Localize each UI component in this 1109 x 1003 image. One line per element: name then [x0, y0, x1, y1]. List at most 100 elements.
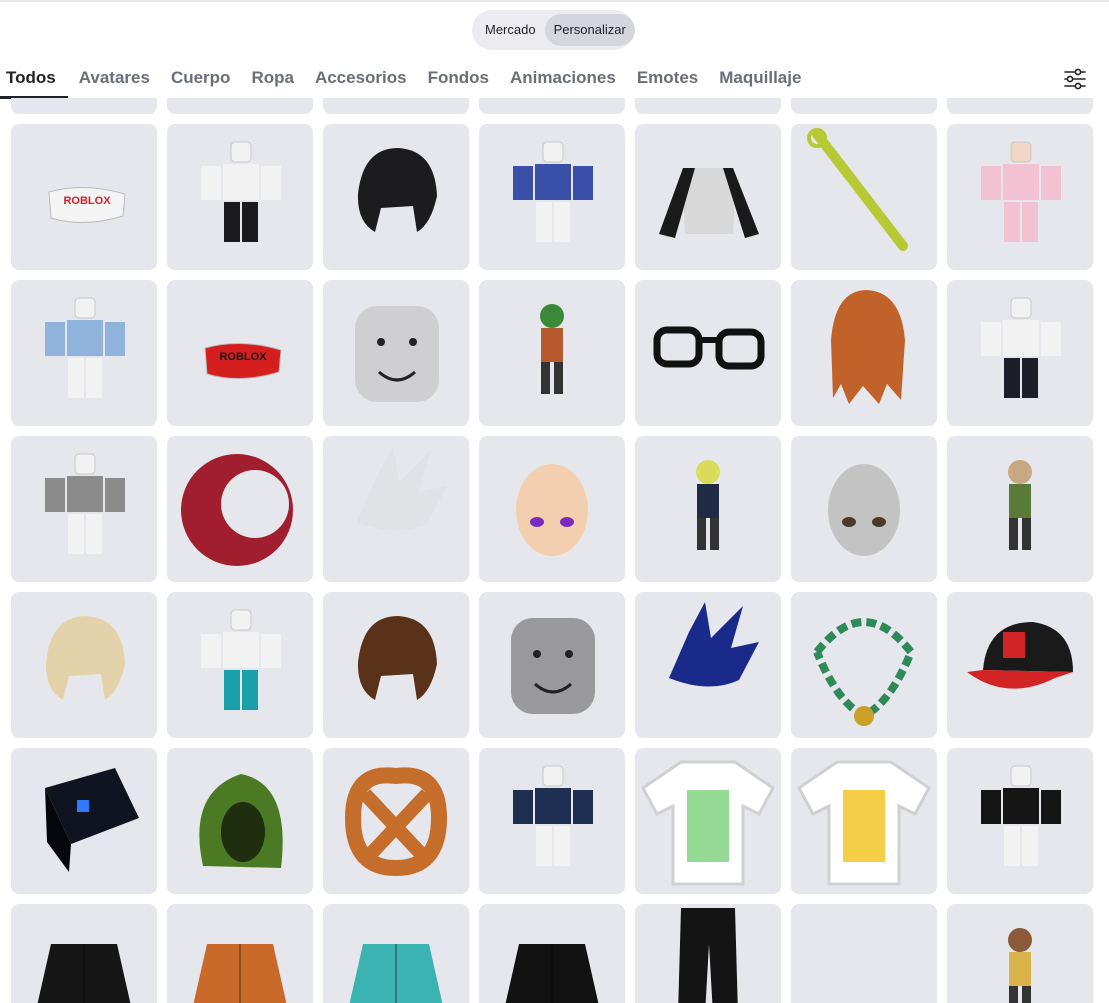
item-tile[interactable]	[791, 98, 937, 114]
item-tile[interactable]	[479, 748, 625, 894]
item-thumbnail	[479, 98, 625, 114]
tab-ropa[interactable]: Ropa	[251, 56, 294, 98]
filter-button[interactable]	[1061, 66, 1089, 92]
tab-animaciones[interactable]: Animaciones	[510, 56, 616, 98]
item-tile[interactable]	[479, 904, 625, 1003]
navy-cap-thumbnail	[11, 98, 157, 114]
plaid-shirt-avatar-thumbnail	[513, 141, 593, 242]
black-track-jacket-thumbnail	[505, 944, 599, 1003]
item-tile[interactable]	[791, 904, 937, 1003]
personalizar-tab[interactable]: Personalizar	[544, 14, 635, 46]
tab-fondos[interactable]: Fondos	[428, 56, 489, 98]
item-tile[interactable]	[323, 904, 469, 1003]
svg-text:ROBLOX: ROBLOX	[219, 351, 267, 363]
item-tile[interactable]	[167, 98, 313, 114]
blonde-avatar-thumbnail	[1008, 928, 1032, 1003]
green-bead-necklace-thumbnail	[813, 618, 916, 726]
item-tile[interactable]	[947, 124, 1093, 270]
pink-body-avatar-thumbnail	[981, 141, 1061, 242]
item-tile[interactable]	[167, 592, 313, 738]
item-tile[interactable]	[635, 748, 781, 894]
item-tile[interactable]	[635, 280, 781, 426]
roblox-red-visor-thumbnail: ROBLOX	[204, 342, 282, 380]
blue-hair-thumbnail	[669, 602, 759, 687]
green-hood-thumbnail	[199, 774, 283, 868]
raglan-longsleeve-thumbnail	[659, 168, 759, 238]
item-tile[interactable]	[479, 592, 625, 738]
item-thumbnail	[167, 98, 313, 114]
white-frame-thumbnail	[791, 98, 937, 114]
item-tile[interactable]	[635, 904, 781, 1003]
item-tile[interactable]	[479, 436, 625, 582]
item-thumbnail	[323, 98, 469, 114]
cyan-pants-avatar-thumbnail	[201, 609, 281, 710]
item-tile[interactable]	[323, 280, 469, 426]
items-grid: ROBLOX ROBLOX	[11, 98, 1093, 1003]
item-tile[interactable]	[947, 592, 1093, 738]
item-tile[interactable]: ROBLOX	[11, 124, 157, 270]
item-tile[interactable]	[947, 98, 1093, 114]
black-pants-thumbnail	[678, 908, 738, 1003]
item-tile[interactable]	[635, 592, 781, 738]
category-tabs: Todos Avatares Cuerpo Ropa Accesorios Fo…	[0, 56, 822, 99]
freckle-face-thumbnail	[355, 306, 439, 402]
item-tile[interactable]	[947, 280, 1093, 426]
black-messy-hair-thumbnail	[357, 148, 437, 232]
smile-split-tee-thumbnail	[797, 760, 931, 886]
gray-face-head-thumbnail	[828, 464, 900, 556]
item-tile[interactable]	[479, 280, 625, 426]
silver-spiky-hair-thumbnail	[357, 446, 447, 531]
item-tile[interactable]	[11, 98, 157, 114]
item-tile[interactable]: ROBLOX	[167, 280, 313, 426]
item-tile[interactable]	[323, 98, 469, 114]
tab-todos[interactable]: Todos	[0, 56, 68, 99]
tab-cuerpo[interactable]: Cuerpo	[171, 56, 231, 98]
item-tile[interactable]	[167, 748, 313, 894]
navy-sweater-avatar-thumbnail	[513, 765, 593, 866]
black-jacket-avatar-thumbnail	[981, 765, 1061, 866]
smirk-face-thumbnail	[511, 618, 595, 714]
item-tile[interactable]	[11, 280, 157, 426]
red-crescent-thumbnail	[181, 454, 293, 566]
item-tile[interactable]	[11, 904, 157, 1003]
tab-accesorios[interactable]: Accesorios	[315, 56, 407, 98]
item-tile[interactable]	[635, 436, 781, 582]
tab-maquillaje[interactable]: Maquillaje	[719, 56, 801, 98]
item-tile[interactable]	[479, 98, 625, 114]
rainbow-tee-thumbnail	[641, 760, 775, 886]
item-tile[interactable]	[167, 124, 313, 270]
green-shirt-figure-thumbnail	[1008, 460, 1032, 550]
svg-text:ROBLOX: ROBLOX	[63, 195, 111, 207]
item-tile[interactable]	[323, 124, 469, 270]
tab-emotes[interactable]: Emotes	[637, 56, 698, 98]
white-frame-thumbnail	[947, 98, 1093, 114]
item-tile[interactable]	[947, 904, 1093, 1003]
item-tile[interactable]	[947, 748, 1093, 894]
item-tile[interactable]	[791, 280, 937, 426]
mercado-tab[interactable]: Mercado	[476, 14, 545, 46]
tab-avatares[interactable]: Avatares	[79, 56, 150, 98]
top-divider	[0, 0, 1109, 2]
roblox-red-cap-thumbnail	[967, 622, 1073, 689]
item-tile[interactable]	[479, 124, 625, 270]
item-tile[interactable]	[11, 748, 157, 894]
item-tile[interactable]	[323, 592, 469, 738]
item-tile[interactable]	[791, 592, 937, 738]
item-tile[interactable]	[323, 436, 469, 582]
item-tile[interactable]	[791, 436, 937, 582]
item-tile[interactable]	[635, 124, 781, 270]
item-tile[interactable]	[11, 592, 157, 738]
orange-long-hair-thumbnail	[831, 290, 905, 404]
brown-curly-hair-thumbnail	[357, 616, 437, 700]
blonde-hair-thumbnail	[45, 616, 125, 700]
item-tile[interactable]	[11, 436, 157, 582]
cyber-cube-head-thumbnail	[45, 768, 139, 872]
item-tile[interactable]	[167, 904, 313, 1003]
item-tile[interactable]	[323, 748, 469, 894]
item-tile[interactable]	[947, 436, 1093, 582]
item-tile[interactable]	[635, 98, 781, 114]
item-tile[interactable]	[791, 124, 937, 270]
item-tile[interactable]	[167, 436, 313, 582]
warrior-figure-thumbnail	[696, 460, 720, 550]
item-tile[interactable]	[791, 748, 937, 894]
